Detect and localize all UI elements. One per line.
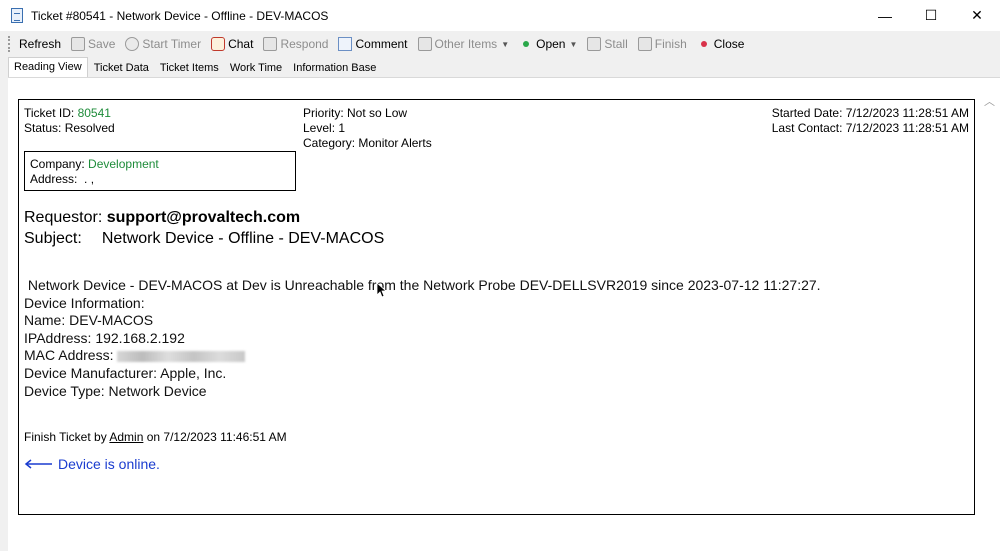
requestor-email: support@provaltech.com [106,209,301,226]
open-status-icon [519,37,533,51]
save-label: Save [88,37,116,51]
started-date-label: Started Date: [771,106,843,120]
message-line: Network Device - DEV-MACOS at Dev is Unr… [24,277,821,293]
chat-icon [211,37,226,51]
message-line: Device Information: [24,294,145,311]
mac-address-line: MAC Address: [24,347,821,365]
level-value: 1 [338,121,346,135]
ticket-priority-block: Priority: Not so Low Level: 1 Category: … [303,106,432,151]
open-label: Open [536,37,566,51]
arrow-left-icon [24,459,52,469]
tab-work-time[interactable]: Work Time [225,59,287,77]
open-button[interactable]: Open ▼ [519,37,577,51]
tab-ticket-items[interactable]: Ticket Items [155,59,224,77]
finish-note: Finish Ticket by Admin on 7/12/2023 11:4… [24,430,287,444]
save-button[interactable]: Save [71,37,115,51]
level-label: Level: [303,121,336,135]
status-value: Resolved [64,121,115,135]
other-items-button[interactable]: Other Items ▼ [417,37,510,51]
status-label: Status: [24,121,62,135]
mac-address-label: MAC Address: [24,347,118,364]
redacted-mac-address [117,351,246,363]
message-line: Device Manufacturer: Apple, Inc. [24,364,227,381]
other-items-label: Other Items [434,37,498,51]
stall-button[interactable]: Stall [587,37,628,51]
admin-link[interactable]: Admin [109,430,143,444]
device-online-text: Device is online. [58,456,160,472]
other-items-icon [417,37,432,51]
tab-reading-view[interactable]: Reading View [8,57,88,77]
clock-icon [125,37,140,51]
maximize-button[interactable]: ☐ [908,0,954,31]
company-box: Company: Development Address: . , [24,151,296,191]
respond-button[interactable]: Respond [263,37,328,51]
requestor-subject: Requestor: support@provaltech.com Subjec… [24,207,384,249]
ticket-message: Network Device - DEV-MACOS at Dev is Unr… [24,277,821,400]
stall-icon [587,37,602,51]
ticket-id-link[interactable]: 80541 [78,106,111,120]
respond-label: Respond [280,37,329,51]
category-label: Category: [303,136,356,150]
tab-information-base[interactable]: Information Base [288,59,381,77]
mouse-cursor-icon [376,282,386,298]
finish-prefix: Finish Ticket by [24,430,110,444]
subject-label: Subject: [24,230,82,247]
close-window-button[interactable]: ✕ [954,0,1000,31]
comment-icon [338,37,353,51]
title-bar: Ticket #80541 - Network Device - Offline… [0,0,1000,31]
toolbar: Refresh Save Start Timer Chat Respond Co… [0,31,1000,57]
company-label: Company: [30,157,85,171]
finish-button[interactable]: Finish [637,37,687,51]
finish-icon [637,37,652,51]
refresh-button[interactable]: Refresh [19,37,61,51]
ticket-card: Ticket ID: 80541 Status: Resolved Priori… [18,99,975,515]
close-status-icon [697,37,711,51]
start-timer-button[interactable]: Start Timer [125,37,201,51]
ticket-id-label: Ticket ID: [24,106,75,120]
chat-button[interactable]: Chat [211,37,253,51]
chevron-down-icon: ▼ [569,39,578,49]
toolbar-grip[interactable] [8,36,11,52]
ticket-id-status: Ticket ID: 80541 Status: Resolved [24,106,115,136]
category-value: Monitor Alerts [358,136,432,150]
refresh-label: Refresh [19,37,62,51]
message-line: IPAddress: 192.168.2.192 [24,329,185,346]
subject-value: Network Device - Offline - DEV-MACOS [101,230,385,247]
window-controls: — ☐ ✕ [862,0,1000,31]
tab-strip: Reading View Ticket Data Ticket Items Wo… [8,57,382,77]
document-icon [11,8,23,23]
message-line: Name: DEV-MACOS [24,312,154,329]
device-online-annotation: Device is online. [24,456,160,472]
address-value: . , [84,172,95,186]
message-line: Device Type: Network Device [24,382,207,399]
last-contact-value: 7/12/2023 11:28:51 AM [845,121,969,135]
window-title: Ticket #80541 - Network Device - Offline… [31,8,329,23]
close-ticket-button[interactable]: Close [697,37,745,51]
respond-icon [263,37,278,51]
minimize-button[interactable]: — [862,0,908,31]
started-date-value: 7/12/2023 11:28:51 AM [845,106,969,120]
finish-suffix: on 7/12/2023 11:46:51 AM [143,430,287,444]
last-contact-label: Last Contact: [771,121,843,135]
chat-label: Chat [228,37,254,51]
finish-label: Finish [654,37,687,51]
ticket-dates-block: Started Date: 7/12/2023 11:28:51 AM Last… [772,106,969,136]
chevron-down-icon: ▼ [501,39,510,49]
floppy-icon [71,37,86,51]
close-label: Close [713,37,745,51]
comment-button[interactable]: Comment [338,37,408,51]
scroll-up-icon[interactable]: ︿ [984,93,995,109]
priority-value: Not so Low [347,106,408,120]
requestor-label: Requestor: [24,209,103,226]
tab-ticket-data[interactable]: Ticket Data [89,59,154,77]
start-timer-label: Start Timer [142,37,202,51]
comment-label: Comment [355,37,408,51]
company-link[interactable]: Development [88,157,159,171]
priority-label: Priority: [303,106,344,120]
stall-label: Stall [604,37,628,51]
address-label: Address: [30,172,78,186]
